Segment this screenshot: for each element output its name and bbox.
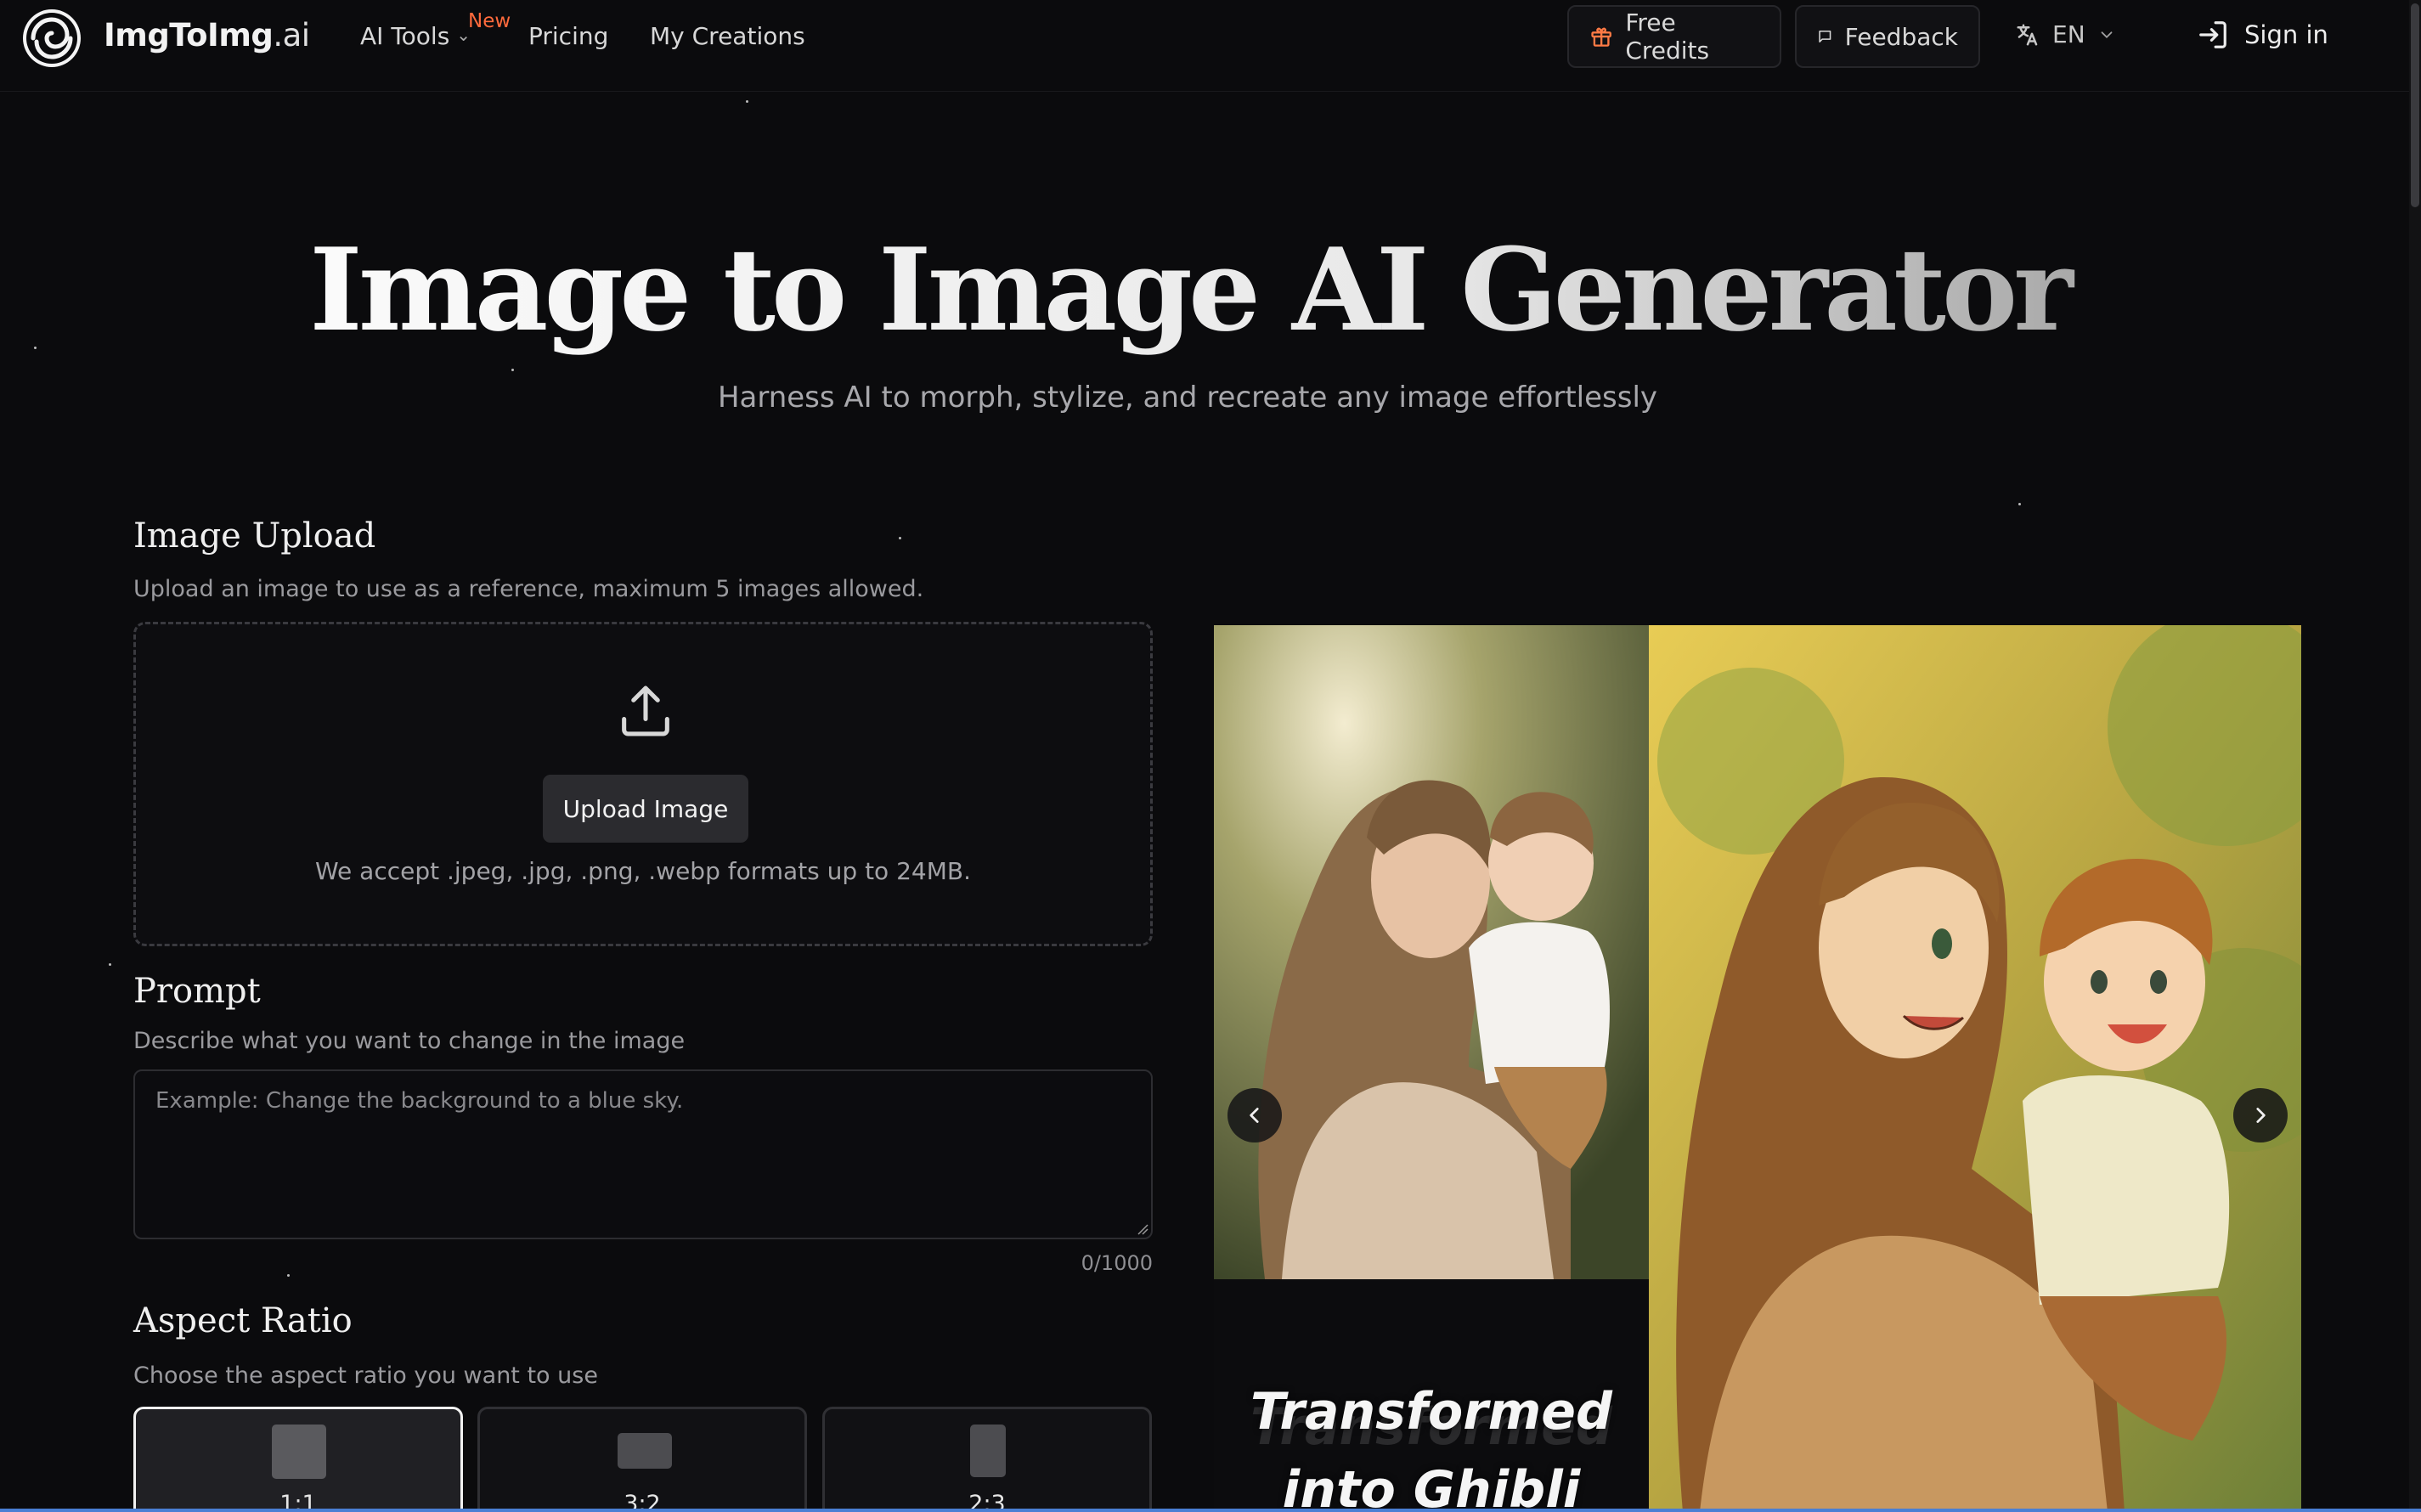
- carousel-prev-button[interactable]: [1227, 1088, 1282, 1142]
- showcase-caption: Transformed into Ghibli: [1214, 1373, 1649, 1512]
- after-ghibli-image: [1649, 625, 2301, 1512]
- spiral-logo-icon[interactable]: [20, 7, 83, 70]
- brand-name[interactable]: ImgToImg.ai: [104, 17, 310, 54]
- star-dot: [511, 369, 514, 371]
- caption-line-2: into Ghibli: [1282, 1460, 1581, 1512]
- prompt-field-wrapper: [133, 1069, 1153, 1239]
- nav-ai-tools[interactable]: AI Tools ⌄: [360, 22, 471, 50]
- star-dot: [746, 100, 748, 103]
- prompt-char-counter: 0/1000: [1081, 1251, 1153, 1275]
- star-dot: [34, 347, 37, 349]
- translate-icon: [2017, 24, 2038, 45]
- feedback-label: Feedback: [1844, 22, 1958, 51]
- page-title: Image to Image AI Generator: [0, 223, 2379, 357]
- sign-in-button[interactable]: Sign in: [2197, 19, 2328, 51]
- nav-my-creations[interactable]: My Creations: [650, 22, 805, 50]
- log-in-icon: [2199, 21, 2226, 48]
- message-square-icon: [1819, 31, 1831, 42]
- new-badge: New: [468, 10, 511, 32]
- aspect-ratio-title: Aspect Ratio: [133, 1301, 353, 1340]
- brand-suffix: .ai: [273, 17, 310, 54]
- caption-line-1: Transformed: [1250, 1382, 1612, 1441]
- brand-main: ImgToImg: [104, 17, 274, 54]
- feedback-button[interactable]: Feedback: [1795, 5, 1980, 68]
- bottom-accent-line: [0, 1509, 2421, 1512]
- star-dot: [109, 963, 111, 966]
- upload-dropzone[interactable]: Upload Image We accept .jpeg, .jpg, .png…: [133, 622, 1153, 946]
- aspect-ratio-option-3-2[interactable]: 3:2: [477, 1407, 807, 1512]
- chevron-right-icon: [2256, 1108, 2266, 1123]
- nav-ai-tools-label: AI Tools: [360, 22, 450, 50]
- resize-grip-icon[interactable]: [1137, 1223, 1148, 1235]
- sign-in-label: Sign in: [2244, 20, 2328, 49]
- prompt-description: Describe what you want to change in the …: [133, 1028, 686, 1054]
- star-dot: [2018, 503, 2021, 505]
- gift-icon: [1591, 27, 1611, 47]
- star-dot: [287, 1274, 290, 1277]
- landscape-ratio-icon: [618, 1433, 672, 1469]
- page-scrollbar-thumb[interactable]: [2411, 3, 2419, 207]
- caption-area: Transformed Transformed into Ghibli: [1214, 1279, 1649, 1512]
- carousel-next-button[interactable]: [2233, 1088, 2288, 1142]
- aspect-ratio-option-2-3[interactable]: 2:3: [822, 1407, 1152, 1512]
- page-subtitle: Harness AI to morph, stylize, and recrea…: [717, 381, 1658, 415]
- portrait-ratio-icon: [970, 1425, 1006, 1477]
- page-scrollbar-track[interactable]: [2409, 0, 2421, 1512]
- prompt-input[interactable]: [135, 1071, 1151, 1238]
- chevron-down-icon: [2101, 31, 2113, 38]
- image-upload-title: Image Upload: [133, 516, 376, 556]
- upload-icon: [622, 685, 669, 736]
- prompt-title: Prompt: [133, 972, 261, 1011]
- chevron-left-icon: [1250, 1108, 1259, 1123]
- language-selector[interactable]: EN: [2015, 20, 2116, 48]
- image-upload-description: Upload an image to use as a reference, m…: [133, 576, 924, 602]
- example-showcase-carousel: Transformed Transformed into Ghibli: [1214, 625, 2301, 1512]
- aspect-ratio-option-1-1[interactable]: 1:1: [133, 1407, 463, 1512]
- upload-format-note: We accept .jpeg, .jpg, .png, .webp forma…: [315, 857, 971, 885]
- aspect-ratio-description: Choose the aspect ratio you want to use: [133, 1362, 598, 1389]
- before-photo: [1214, 625, 1649, 1279]
- language-label: EN: [2052, 20, 2085, 48]
- nav-pricing[interactable]: Pricing: [528, 22, 608, 50]
- star-dot: [899, 537, 901, 539]
- square-ratio-icon: [272, 1425, 326, 1479]
- free-credits-button[interactable]: Free Credits: [1567, 5, 1781, 68]
- upload-image-button[interactable]: Upload Image: [543, 775, 748, 843]
- free-credits-label: Free Credits: [1625, 8, 1710, 65]
- top-navbar: ImgToImg.ai AI Tools ⌄ New Pricing My Cre…: [0, 0, 2421, 92]
